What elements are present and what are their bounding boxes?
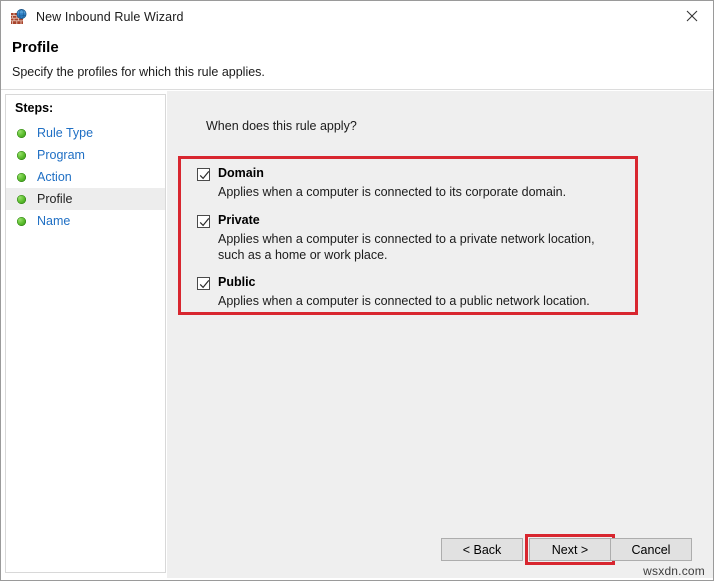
steps-heading: Steps: [15, 101, 53, 115]
step-bullet-icon [17, 217, 26, 226]
option-header: Private [197, 213, 627, 228]
back-button[interactable]: < Back [441, 538, 523, 561]
sidebar-item-label: Program [37, 148, 85, 162]
close-icon[interactable] [669, 1, 714, 31]
profile-option-domain[interactable]: Domain Applies when a computer is connec… [197, 166, 627, 200]
content-pane: When does this rule apply? Domain Applie… [167, 91, 714, 578]
new-inbound-rule-wizard-dialog: New Inbound Rule Wizard Profile Specify … [0, 0, 714, 581]
window-title: New Inbound Rule Wizard [36, 10, 184, 24]
option-label: Domain [218, 166, 264, 181]
sidebar-item-label: Action [37, 170, 72, 184]
wizard-header: Profile Specify the profiles for which t… [1, 32, 714, 90]
profile-option-private[interactable]: Private Applies when a computer is conne… [197, 213, 627, 263]
checkbox-public[interactable] [197, 277, 210, 290]
step-bullet-icon [17, 151, 26, 160]
firewall-globe-icon [11, 9, 27, 25]
option-description: Applies when a computer is connected to … [218, 293, 620, 309]
checkbox-private[interactable] [197, 215, 210, 228]
check-icon [199, 170, 210, 181]
option-description: Applies when a computer is connected to … [218, 184, 620, 200]
sidebar-item-action[interactable]: Action [6, 166, 165, 188]
profile-option-public[interactable]: Public Applies when a computer is connec… [197, 275, 627, 309]
option-header: Domain [197, 166, 627, 181]
steps-sidebar: Steps: Rule Type Program Action Profile … [5, 94, 166, 573]
option-label: Public [218, 275, 256, 290]
option-label: Private [218, 213, 260, 228]
check-icon [199, 217, 210, 228]
cancel-button[interactable]: Cancel [610, 538, 692, 561]
sidebar-item-label: Rule Type [37, 126, 93, 140]
sidebar-item-program[interactable]: Program [6, 144, 165, 166]
checkbox-domain[interactable] [197, 168, 210, 181]
content-question: When does this rule apply? [206, 119, 357, 133]
step-bullet-icon [17, 129, 26, 138]
sidebar-item-rule-type[interactable]: Rule Type [6, 122, 165, 144]
page-title: Profile [12, 39, 59, 56]
option-header: Public [197, 275, 627, 290]
next-button[interactable]: Next > [529, 538, 611, 561]
page-subtitle: Specify the profiles for which this rule… [12, 65, 265, 79]
sidebar-item-name[interactable]: Name [6, 210, 165, 232]
profile-options-group: Domain Applies when a computer is connec… [197, 166, 627, 309]
step-bullet-icon [17, 173, 26, 182]
option-description: Applies when a computer is connected to … [218, 231, 620, 263]
title-bar: New Inbound Rule Wizard [1, 1, 714, 32]
steps-list: Rule Type Program Action Profile Name [6, 122, 165, 232]
sidebar-item-profile[interactable]: Profile [6, 188, 165, 210]
sidebar-item-label: Profile [37, 192, 72, 206]
watermark: wsxdn.com [643, 564, 705, 578]
sidebar-item-label: Name [37, 214, 70, 228]
step-bullet-icon [17, 195, 26, 204]
check-icon [199, 279, 210, 290]
